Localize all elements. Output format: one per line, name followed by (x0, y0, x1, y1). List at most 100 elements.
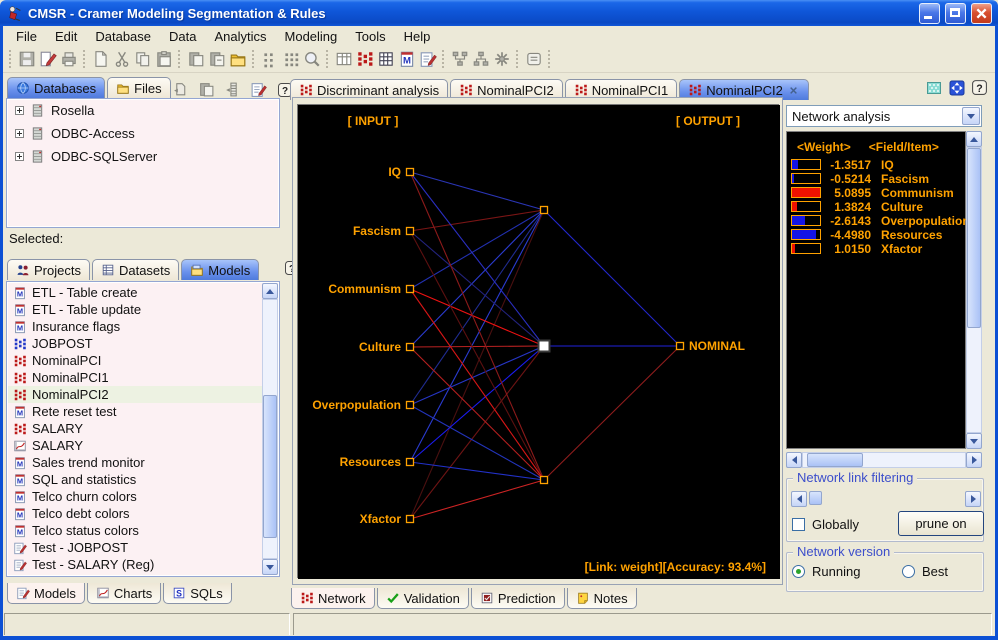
db-toolbar-editpad-button[interactable] (248, 79, 269, 100)
list-item-salary[interactable]: SALARY (8, 420, 262, 437)
tab-charts[interactable]: Charts (87, 583, 161, 604)
toolbar-table-button[interactable] (333, 49, 354, 70)
view-tab-network[interactable]: Network (291, 588, 375, 609)
tree-expand-icon[interactable] (15, 106, 24, 115)
toolbar-neta-button[interactable] (449, 49, 470, 70)
toolbar-pasteb-button[interactable] (206, 49, 227, 70)
list-item-test-jobpost[interactable]: Test - JOBPOST (8, 539, 262, 556)
tree-row-odbc-access[interactable]: ODBC-Access (7, 122, 279, 145)
list-item-test-salary[interactable]: Test - SALARY (8, 573, 262, 577)
tab-datasets[interactable]: Datasets (92, 259, 179, 280)
list-item-telco-debt-colors[interactable]: MTelco debt colors (8, 505, 262, 522)
list-item-test-salary-reg[interactable]: Test - SALARY (Reg) (8, 556, 262, 573)
input-node-Culture[interactable] (407, 344, 414, 351)
models-scrollbar-thumb[interactable] (263, 395, 277, 538)
list-item-insurance-flags[interactable]: MInsurance flags (8, 318, 262, 335)
menu-tools[interactable]: Tools (346, 28, 394, 45)
expand-view-button[interactable] (946, 77, 967, 98)
analysis-dropdown[interactable]: Network analysis (786, 105, 982, 127)
toolbar-copy-button[interactable] (132, 49, 153, 70)
weights-scroll-down[interactable] (966, 433, 982, 449)
list-item-sales-trend-monitor[interactable]: MSales trend monitor (8, 454, 262, 471)
maximize-button[interactable] (945, 3, 966, 24)
tab-files[interactable]: Files (107, 77, 170, 98)
toolbar-folder-button[interactable] (227, 49, 248, 70)
tab-projects[interactable]: Projects (7, 259, 90, 280)
tree-row-odbc-sqlserver[interactable]: ODBC-SQLServer (7, 145, 279, 168)
hidden-node[interactable] (541, 207, 548, 214)
models-scroll-up[interactable] (262, 283, 278, 299)
view-tab-notes[interactable]: Notes (567, 588, 637, 609)
toolbar-dots-button[interactable] (259, 49, 280, 70)
toolbar-save-button[interactable] (16, 49, 37, 70)
input-node-Xfactor[interactable] (407, 516, 414, 523)
prune-on-button[interactable]: prune on (898, 511, 984, 536)
list-item-nominalpci1[interactable]: NominalPCI1 (8, 369, 262, 386)
toolbar-pastea-button[interactable] (185, 49, 206, 70)
toolbar-print-button[interactable] (58, 49, 79, 70)
toolbar-grid-button[interactable] (375, 49, 396, 70)
list-item-telco-status-colors[interactable]: MTelco status colors (8, 522, 262, 539)
weights-hscroll-left[interactable] (786, 452, 802, 468)
db-toolbar-import-button[interactable] (170, 79, 191, 100)
input-node-IQ[interactable] (407, 169, 414, 176)
weights-hscroll-right[interactable] (966, 452, 982, 468)
tab-sqls[interactable]: SSQLs (163, 583, 232, 604)
weights-scroll-up[interactable] (966, 131, 982, 147)
list-item-nominalpci[interactable]: NominalPCI (8, 352, 262, 369)
menu-modeling[interactable]: Modeling (276, 28, 347, 45)
toolbar-edit-button[interactable] (37, 49, 58, 70)
tab-models[interactable]: Models (181, 259, 259, 280)
weights-hscroll-track[interactable] (802, 452, 966, 468)
running-radio[interactable] (792, 565, 805, 578)
tree-row-rosella[interactable]: Rosella (7, 99, 279, 122)
db-toolbar-film-button[interactable] (222, 79, 243, 100)
filter-slider-right[interactable] (965, 491, 981, 507)
input-node-Resources[interactable] (407, 459, 414, 466)
menu-analytics[interactable]: Analytics (205, 28, 275, 45)
tab-models[interactable]: Models (7, 583, 85, 604)
chevron-down-icon[interactable] (962, 107, 980, 125)
menu-database[interactable]: Database (86, 28, 160, 45)
list-item-nominalpci2[interactable]: NominalPCI2 (8, 386, 262, 403)
output-node-out[interactable] (677, 343, 684, 350)
models-scrollbar-track[interactable] (262, 299, 278, 559)
input-node-Overpopulation[interactable] (407, 402, 414, 409)
toolbar-rednet-button[interactable] (354, 49, 375, 70)
input-node-Fascism[interactable] (407, 228, 414, 235)
hidden-node[interactable] (541, 477, 548, 484)
hidden-node-selected[interactable] (539, 341, 550, 352)
filter-slider-left[interactable] (791, 491, 807, 507)
minimize-button[interactable] (919, 3, 940, 24)
db-toolbar-pastea-button[interactable] (196, 79, 217, 100)
toolbar-cut-button[interactable] (111, 49, 132, 70)
view-tab-prediction[interactable]: Prediction (471, 588, 565, 609)
toolbar-editpad-button[interactable] (417, 49, 438, 70)
input-node-Communism[interactable] (407, 286, 414, 293)
tab-databases[interactable]: Databases (7, 77, 105, 98)
globally-checkbox[interactable] (792, 518, 805, 531)
menu-data[interactable]: Data (160, 28, 205, 45)
toolbar-zoom-button[interactable] (301, 49, 322, 70)
weights-hscroll-thumb[interactable] (807, 453, 863, 467)
toolbar-paste-button[interactable] (153, 49, 174, 70)
list-item-telco-churn-colors[interactable]: MTelco churn colors (8, 488, 262, 505)
list-item-sql-and-statistics[interactable]: MSQL and statistics (8, 471, 262, 488)
view-tab-validation[interactable]: Validation (377, 588, 469, 609)
toolbar-note-button[interactable] (523, 49, 544, 70)
menu-help[interactable]: Help (395, 28, 440, 45)
list-item-jobpost[interactable]: JOBPOST (8, 335, 262, 352)
menu-edit[interactable]: Edit (46, 28, 86, 45)
filter-slider-thumb[interactable] (809, 491, 822, 505)
tree-expand-icon[interactable] (15, 129, 24, 138)
toolbar-mdoc-button[interactable]: M (396, 49, 417, 70)
list-item-etl-table-update[interactable]: METL - Table update (8, 301, 262, 318)
network-canvas[interactable]: IQFascismCommunismCultureOverpopulationR… (297, 104, 779, 578)
pattern-view-button[interactable] (923, 77, 944, 98)
toolbar-new-button[interactable] (90, 49, 111, 70)
close-button[interactable] (971, 3, 992, 24)
list-item-etl-table-create[interactable]: METL - Table create (8, 284, 262, 301)
best-radio[interactable] (902, 565, 915, 578)
list-item-rete-reset-test[interactable]: MRete reset test (8, 403, 262, 420)
toolbar-dots2-button[interactable] (280, 49, 301, 70)
